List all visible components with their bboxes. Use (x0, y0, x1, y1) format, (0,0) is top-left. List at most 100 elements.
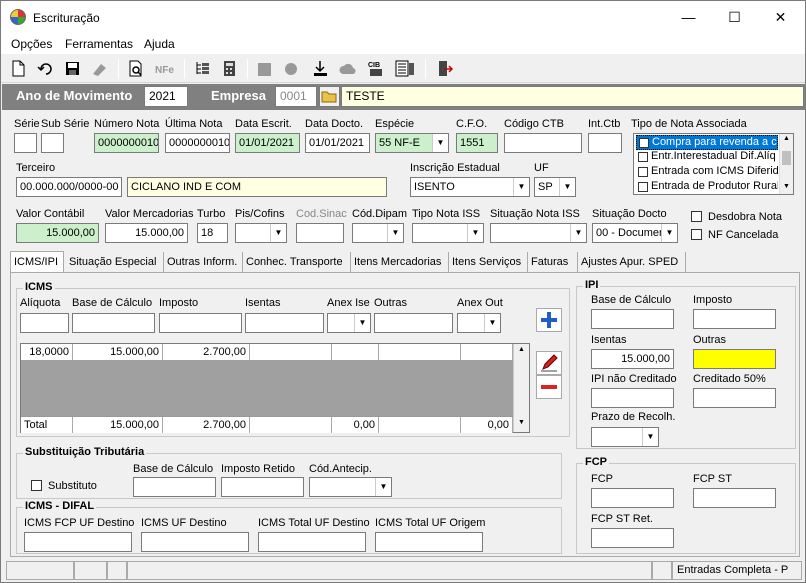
scroll-down-icon[interactable]: ▼ (518, 419, 525, 426)
scroll-down-icon[interactable]: ▼ (783, 183, 790, 190)
ie-select[interactable]: ISENTO ▼ (410, 177, 530, 197)
list-item[interactable]: Entrada de Produtor Rural (636, 180, 778, 195)
uf-select[interactable]: SP ▼ (534, 177, 576, 197)
minimize-button[interactable]: — (666, 3, 711, 31)
sit-docto-select[interactable]: 00 - Documer ▼ (592, 223, 678, 243)
tab-itens-servicos[interactable]: Itens Serviços (449, 252, 528, 273)
base-calculo-input[interactable] (72, 313, 155, 333)
list-scrollbar[interactable]: ▲ ▼ (779, 134, 793, 194)
save-icon[interactable] (64, 60, 81, 77)
piscofins-select[interactable]: ▼ (235, 223, 287, 243)
building-icon[interactable] (256, 60, 273, 77)
checkbox[interactable] (638, 182, 648, 192)
add-row-button[interactable] (536, 308, 562, 332)
tab-ajustes-sped[interactable]: Ajustes Apur. SPED (578, 252, 686, 273)
difal-fcp-input[interactable] (24, 532, 132, 552)
ipi-prazo-select[interactable]: ▼ (591, 427, 659, 447)
icms-grid[interactable]: 18,0000 15.000,00 2.700,00 Total 15.000,… (20, 343, 530, 433)
download-icon[interactable] (312, 60, 329, 77)
ipi-base-input[interactable] (591, 309, 674, 329)
report-icon[interactable] (394, 60, 416, 77)
st-imposto-input[interactable] (221, 477, 304, 497)
scroll-thumb[interactable] (782, 151, 791, 165)
edit-row-button[interactable] (536, 351, 562, 375)
tab-itens-mercadorias[interactable]: Itens Mercadorias (351, 252, 449, 273)
list-item[interactable]: Entrada com ICMS Diferido (636, 165, 778, 180)
anexout-select[interactable]: ▼ (457, 313, 501, 333)
tab-icms-ipi[interactable]: ICMS/IPI (10, 251, 64, 274)
codigo-ctb-input[interactable] (504, 133, 582, 153)
aliquota-input[interactable] (20, 313, 69, 333)
intctb-input[interactable] (588, 133, 622, 153)
especie-select[interactable]: 55 NF-E ▼ (375, 133, 449, 153)
print-preview-icon[interactable] (127, 60, 144, 77)
ipi-isentas-input[interactable]: 15.000,00 (591, 349, 674, 369)
substituto-checkbox[interactable] (31, 480, 42, 491)
empresa-name-input[interactable]: TESTE (341, 86, 804, 107)
valor-contabil-input[interactable]: 15.000,00 (16, 223, 99, 243)
numero-nota-input[interactable]: 0000000010 (94, 133, 159, 153)
coddipam-select[interactable]: ▼ (352, 223, 404, 243)
tab-situacao-especial[interactable]: Situação Especial (66, 252, 164, 273)
maximize-button[interactable]: ☐ (712, 3, 757, 31)
tab-outras-inform[interactable]: Outras Inform. (164, 252, 243, 273)
cancelada-checkbox[interactable] (691, 229, 702, 240)
outras-input[interactable] (374, 313, 453, 333)
ipi-outras-input[interactable] (693, 349, 776, 369)
fcpst-input[interactable] (693, 488, 776, 508)
menu-ferramentas[interactable]: Ferramentas (65, 37, 133, 51)
grid-scrollbar[interactable]: ▲ ▼ (513, 344, 529, 432)
imposto-input[interactable] (159, 313, 242, 333)
st-codantecip-select[interactable]: ▼ (309, 477, 392, 497)
ipi-imposto-input[interactable] (693, 309, 776, 329)
serie-input[interactable] (14, 133, 37, 153)
remove-row-button[interactable] (536, 375, 562, 399)
exit-icon[interactable] (436, 60, 453, 77)
table-row[interactable]: 18,0000 15.000,00 2.700,00 (21, 344, 513, 360)
codsinac-input[interactable] (296, 223, 344, 243)
menu-opcoes[interactable]: Opções (11, 37, 52, 51)
turbo-input[interactable]: 18 (197, 223, 228, 243)
undo-icon[interactable] (37, 60, 54, 77)
ipi-cred50-input[interactable] (693, 388, 776, 408)
anexise-select[interactable]: ▼ (327, 313, 371, 333)
tree-list-icon[interactable] (194, 60, 211, 77)
sit-iss-select[interactable]: ▼ (490, 223, 587, 243)
terceiro-doc-input[interactable]: 00.000.000/0000-00 (16, 177, 122, 197)
scroll-up-icon[interactable]: ▲ (783, 135, 790, 142)
list-item[interactable]: Entr.Interestadual Dif.Alíq (636, 150, 778, 165)
ultima-nota-input[interactable]: 0000000010 (165, 133, 230, 153)
scroll-up-icon[interactable]: ▲ (518, 346, 525, 353)
difal-total-orig-input[interactable] (375, 532, 483, 552)
st-base-input[interactable] (133, 477, 216, 497)
isentas-input[interactable] (245, 313, 324, 333)
difal-total-dest-input[interactable] (258, 532, 366, 552)
difal-uf-dest-input[interactable] (141, 532, 249, 552)
ipi-naocred-input[interactable] (591, 388, 674, 408)
empresa-code-input[interactable]: 0001 (275, 86, 317, 107)
open-folder-button[interactable] (319, 86, 340, 107)
list-item[interactable]: Compra para revenda a co (636, 135, 778, 150)
desdobra-checkbox[interactable] (691, 211, 702, 222)
checkbox[interactable] (639, 138, 649, 148)
valor-merc-input[interactable]: 15.000,00 (105, 223, 188, 243)
fcpstret-input[interactable] (591, 528, 674, 548)
data-escrit-input[interactable]: 01/01/2021 (235, 133, 300, 153)
new-document-icon[interactable] (10, 60, 27, 77)
delete-icon[interactable] (91, 60, 108, 77)
tab-conhec-transporte[interactable]: Conhec. Transporte (243, 252, 351, 273)
tools-icon[interactable] (283, 60, 300, 77)
tab-faturas[interactable]: Faturas (528, 252, 578, 273)
tipo-nota-list[interactable]: Compra para revenda a co Entr.Interestad… (633, 133, 794, 195)
ano-input[interactable]: 2021 (144, 86, 188, 107)
menu-ajuda[interactable]: Ajuda (144, 37, 175, 51)
calculator-icon[interactable] (221, 60, 238, 77)
fcp-input[interactable] (591, 488, 674, 508)
data-docto-input[interactable]: 01/01/2021 (305, 133, 370, 153)
checkbox[interactable] (638, 152, 648, 162)
nfe-icon[interactable]: NFe (154, 60, 176, 77)
cfo-input[interactable]: 1551 (456, 133, 498, 153)
tipo-iss-select[interactable]: ▼ (412, 223, 484, 243)
cloud-icon[interactable] (339, 60, 356, 77)
close-button[interactable]: ✕ (758, 3, 803, 31)
